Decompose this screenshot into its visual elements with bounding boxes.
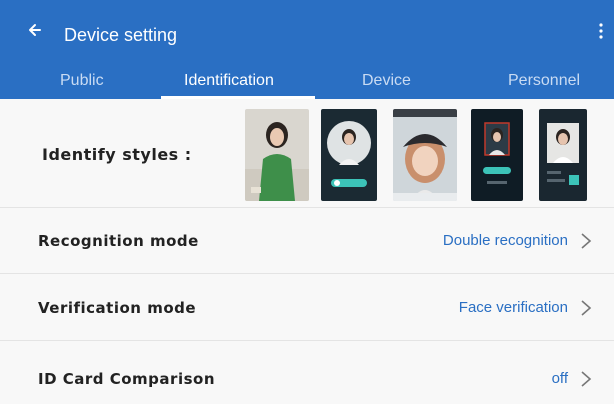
style-thumbnail-5[interactable] — [539, 109, 587, 201]
verification-mode-label: Verification mode — [38, 299, 197, 317]
style-thumbnails — [245, 109, 605, 201]
chevron-right-icon — [581, 233, 592, 249]
style-thumbnail-4[interactable] — [471, 109, 523, 201]
verification-mode-value: Face verification — [458, 299, 568, 316]
tab-personnel[interactable]: Personnel — [508, 72, 580, 90]
verification-mode-row[interactable]: Verification mode Face verification — [0, 274, 614, 341]
identify-styles-row: Identify styles : — [0, 99, 614, 208]
recognition-mode-value: Double recognition — [442, 232, 568, 249]
identify-styles-label: Identify styles : — [42, 145, 192, 164]
tab-identification[interactable]: Identification — [184, 72, 274, 90]
id-card-comparison-value: off — [551, 370, 568, 387]
id-card-comparison-row[interactable]: ID Card Comparison off — [0, 341, 614, 404]
recognition-mode-row[interactable]: Recognition mode Double recognition — [0, 208, 614, 274]
tab-public[interactable]: Public — [60, 72, 104, 90]
tab-device[interactable]: Device — [362, 72, 411, 90]
app-bar: Device setting Public Identification Dev… — [0, 0, 614, 99]
id-card-comparison-label: ID Card Comparison — [38, 370, 215, 388]
style-thumbnail-1[interactable] — [245, 109, 309, 201]
chevron-right-icon — [581, 371, 592, 387]
more-vert-icon[interactable] — [598, 22, 604, 40]
style-thumbnail-2[interactable] — [321, 109, 377, 201]
settings-list: Identify styles : Recognition mode Doubl… — [0, 99, 614, 404]
page-title: Device setting — [64, 25, 178, 45]
chevron-right-icon — [581, 300, 592, 316]
arrow-left-icon[interactable] — [26, 20, 46, 40]
style-thumbnail-3[interactable] — [393, 109, 457, 201]
recognition-mode-label: Recognition mode — [38, 232, 199, 250]
tab-bar: Public Identification Device Personnel — [0, 60, 614, 99]
